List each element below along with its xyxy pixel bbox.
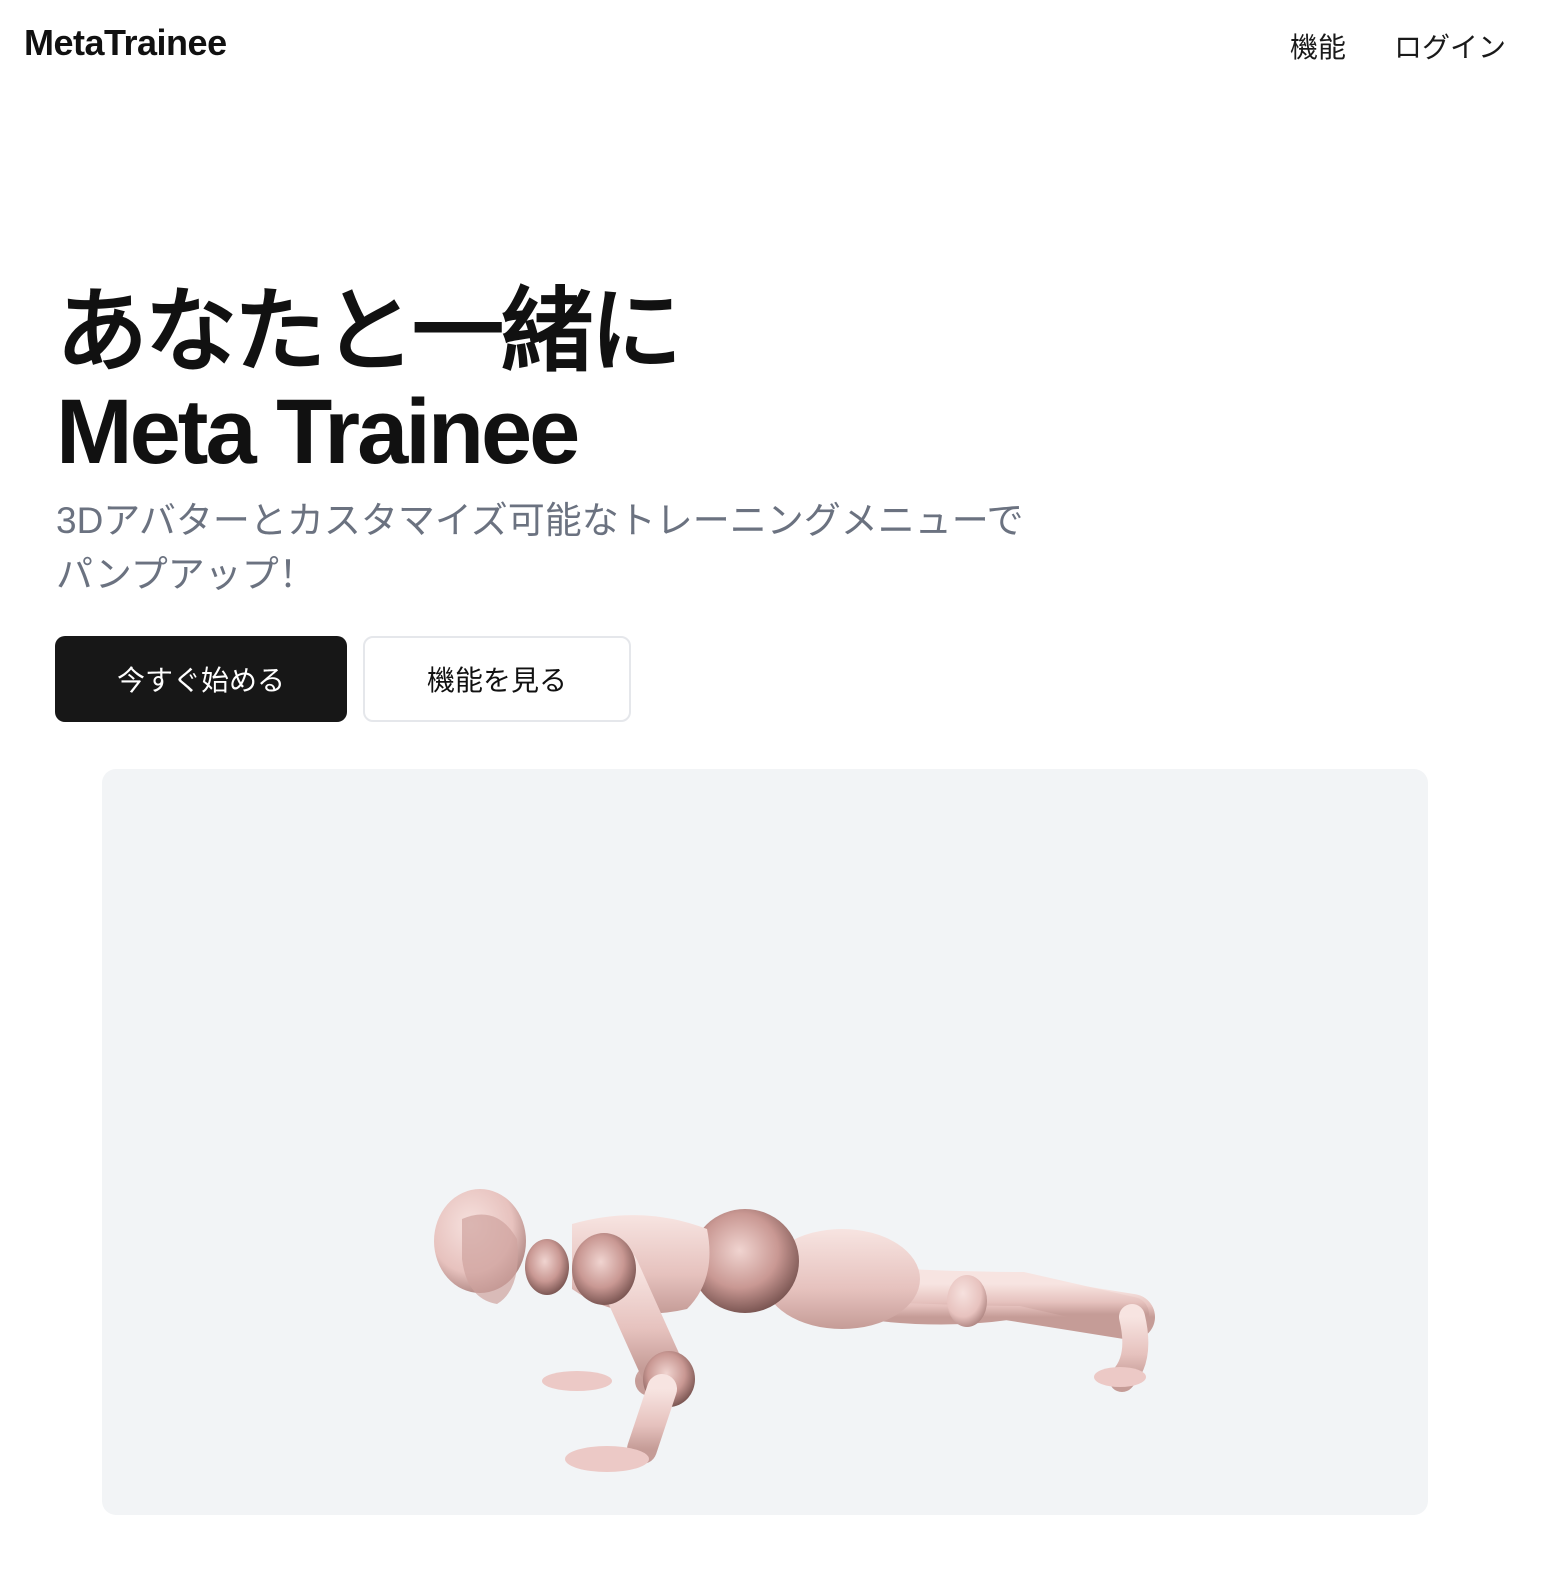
hero-subtitle-line1: 3Dアバターとカスタマイズ可能なトレーニングメニューで — [56, 500, 1024, 541]
get-started-button[interactable]: 今すぐ始める — [55, 636, 347, 722]
nav-link-features[interactable]: 機能 — [1290, 26, 1346, 66]
hero-title-line1: あなたと一緒に — [56, 281, 682, 383]
main-nav: 機能 ログイン — [1290, 26, 1506, 66]
avatar-figure — [434, 1189, 1155, 1472]
avatar-3d-viewer[interactable] — [102, 769, 1428, 1515]
site-header: MetaTrainee 機能 ログイン — [0, 0, 1542, 88]
nav-link-login[interactable]: ログイン — [1394, 26, 1506, 66]
hero-subtitle-line2: パンプアップ！ — [56, 554, 316, 595]
hero-title: あなたと一緒に Meta Trainee — [56, 281, 682, 483]
site-logo[interactable]: MetaTrainee — [24, 22, 227, 64]
hero-title-line2: Meta Trainee — [56, 381, 580, 483]
view-features-button[interactable]: 機能を見る — [363, 636, 631, 722]
hero-subtitle: 3Dアバターとカスタマイズ可能なトレーニングメニューで パンプアップ！ — [56, 494, 1156, 602]
pushup-avatar-illustration — [434, 1189, 1155, 1472]
